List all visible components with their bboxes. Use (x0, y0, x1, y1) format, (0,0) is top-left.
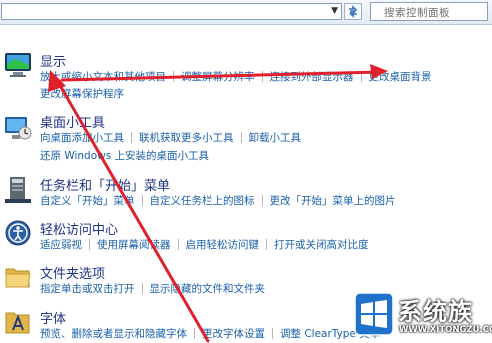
search-input[interactable]: 搜索控制面板 (370, 2, 488, 21)
separator (360, 71, 362, 82)
separator (240, 132, 242, 143)
separator (131, 132, 132, 143)
category-title[interactable]: 任务栏和「开始」菜单 (40, 175, 170, 194)
link-screen-resolution[interactable]: 调整屏幕分辨率 (181, 71, 255, 83)
link-customize-taskbar-icons[interactable]: 自定义任务栏上的图标 (150, 195, 255, 207)
link-low-vision[interactable]: 适应弱视 (40, 239, 82, 251)
category-title[interactable]: 文件夹选项 (40, 263, 105, 282)
search-placeholder: 搜索控制面板 (384, 7, 450, 19)
category-title[interactable]: 桌面小工具 (40, 112, 105, 131)
link-access-keys[interactable]: 启用轻松访问键 (186, 239, 260, 251)
link-uninstall-gadget[interactable]: 卸载小工具 (249, 132, 302, 144)
separator (141, 195, 143, 206)
watermark-brand: 系统族 (398, 298, 473, 326)
link-desktop-background[interactable]: 更改桌面背景 (369, 71, 432, 83)
separator (177, 239, 179, 250)
link-customize-start-menu[interactable]: 自定义「开始」菜单 (40, 195, 135, 207)
link-text-size[interactable]: 放大或缩小文本和其他项目 (40, 71, 166, 83)
link-high-contrast[interactable]: 打开或关闭高对比度 (274, 239, 369, 251)
taskbar-icon (5, 177, 31, 203)
folder-icon (5, 268, 31, 288)
fonts-icon (5, 312, 30, 334)
category-title[interactable]: 显示 (40, 51, 66, 70)
link-change-start-picture[interactable]: 更改「开始」菜单上的图片 (270, 195, 396, 207)
link-add-gadgets[interactable]: 向桌面添加小工具 (40, 132, 124, 144)
address-toolbar: ▼ 搜索控制面板 (0, 0, 492, 25)
separator (266, 239, 267, 250)
link-font-settings[interactable]: 更改字体设置 (202, 328, 265, 340)
chevron-down-icon[interactable]: ▼ (331, 6, 338, 16)
link-preview-fonts[interactable]: 预览、删除或者显示和隐藏字体 (40, 328, 187, 340)
separator (141, 283, 143, 294)
separator (261, 195, 263, 206)
address-bar[interactable]: ▼ (1, 3, 342, 20)
refresh-icon (349, 5, 358, 18)
windows-logo-icon (354, 292, 394, 336)
monitor-icon (5, 53, 31, 77)
link-single-double-click[interactable]: 指定单击或双击打开 (40, 283, 135, 295)
category-title[interactable]: 字体 (40, 308, 66, 327)
ease-of-access-icon (5, 220, 31, 246)
link-external-display[interactable]: 连接到外部显示器 (270, 71, 354, 83)
link-screen-reader[interactable]: 使用屏幕阅读器 (97, 239, 171, 251)
link-show-hidden-files[interactable]: 显示隐藏的文件和文件夹 (150, 283, 266, 295)
watermark-url: WWW.XITONGZU.COM (399, 325, 492, 335)
separator (261, 71, 263, 82)
gadgets-icon (5, 117, 32, 140)
separator (272, 328, 273, 339)
link-get-more-gadgets[interactable]: 联机获取更多小工具 (139, 132, 234, 144)
link-screen-saver[interactable]: 更改屏幕保护程序 (40, 88, 124, 100)
link-restore-gadgets[interactable]: 还原 Windows 上安装的桌面小工具 (40, 150, 209, 162)
refresh-button[interactable] (344, 3, 362, 20)
separator (194, 328, 195, 339)
separator (89, 239, 90, 250)
category-title[interactable]: 轻松访问中心 (40, 219, 118, 238)
watermark: 系统族 WWW.XITONGZU.COM (352, 288, 492, 343)
separator (173, 71, 174, 82)
